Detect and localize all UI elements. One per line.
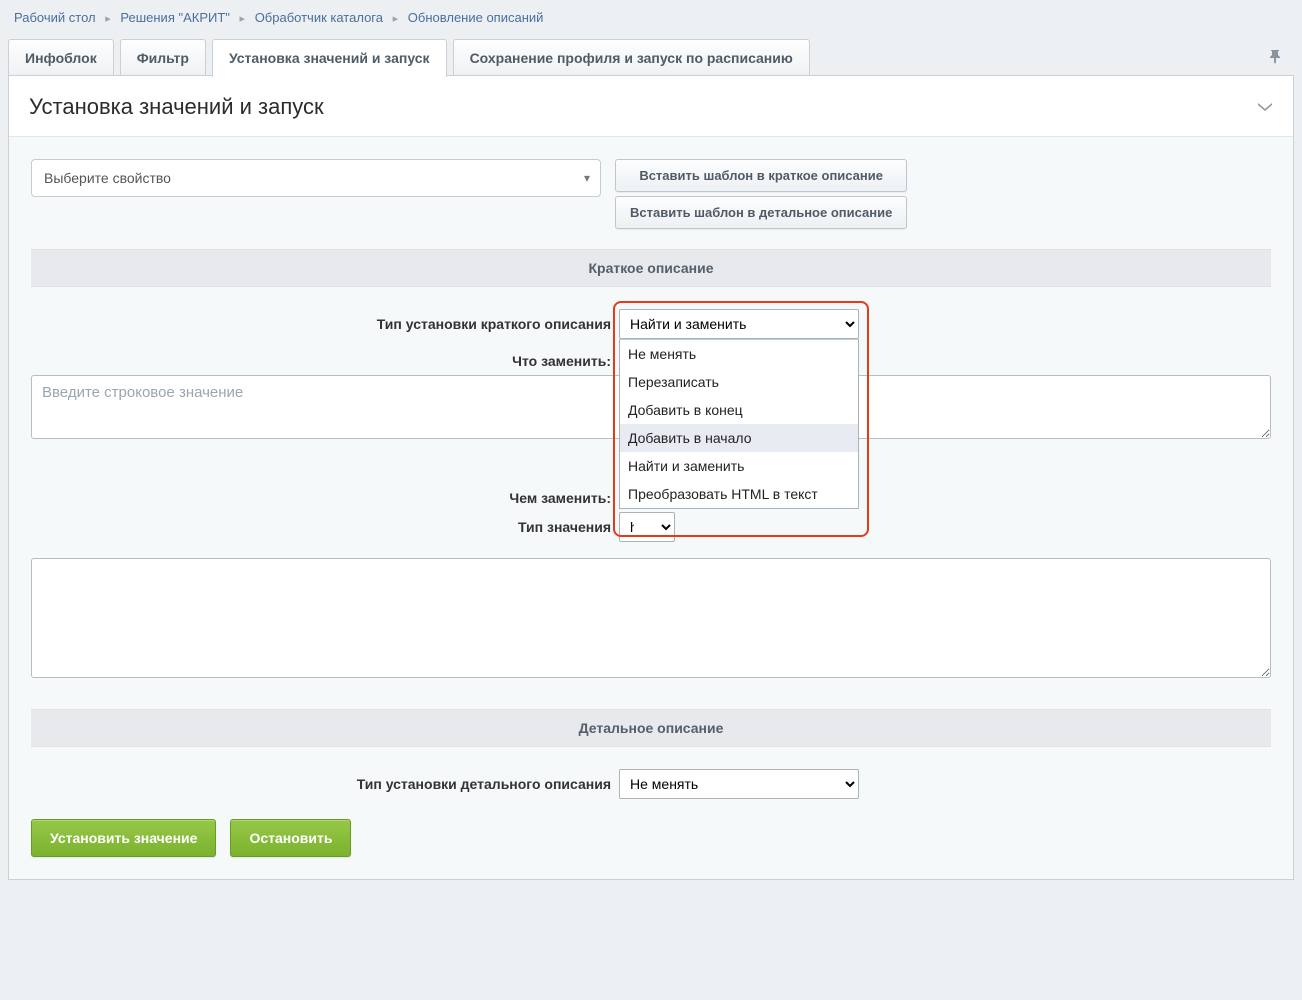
dropdown-option[interactable]: Добавить в конец [620,396,858,424]
detail-description-header: Детальное описание [31,709,1271,747]
panel-header: Установка значений и запуск [9,76,1293,137]
short-desc-type-select[interactable]: Найти и заменить [619,309,859,339]
short-description-header: Краткое описание [31,249,1271,287]
dropdown-option[interactable]: Преобразовать HTML в текст [620,480,858,508]
breadcrumb-sep: ▸ [105,13,111,25]
top-row: Выберите свойство Вставить шаблон в крат… [31,159,1271,229]
stop-button[interactable]: Остановить [230,819,351,857]
with-replace-label: Чем заменить: [31,490,611,506]
breadcrumb-item-desktop[interactable]: Рабочий стол [14,10,96,25]
breadcrumb-item-solutions[interactable]: Решения "АКРИТ" [120,10,230,25]
dropdown-option[interactable]: Найти и заменить [620,452,858,480]
short-desc-type-dropdown: Не менять Перезаписать Добавить в конец … [619,339,859,509]
template-button-stack: Вставить шаблон в краткое описание Встав… [615,159,907,229]
value-type-select[interactable]: html [619,512,675,542]
panel: Установка значений и запуск Выберите сво… [8,76,1294,880]
tab-save-profile-schedule[interactable]: Сохранение профиля и запуск по расписани… [453,39,810,76]
select-property-label: Выберите свойство [44,170,171,186]
select-property[interactable]: Выберите свойство [31,159,601,197]
breadcrumb-item-update-descriptions[interactable]: Обновление описаний [408,10,544,25]
breadcrumb-item-handler[interactable]: Обработчик каталога [255,10,383,25]
detail-desc-type-label: Тип установки детального описания [31,776,611,792]
breadcrumb-sep: ▸ [393,13,399,25]
short-desc-type-label: Тип установки краткого описания [31,316,611,332]
tab-set-values-run[interactable]: Установка значений и запуск [212,39,447,77]
insert-template-short-button[interactable]: Вставить шаблон в краткое описание [615,159,907,192]
pin-icon[interactable] [1268,48,1294,67]
value-type-label: Тип значения [31,519,611,535]
panel-body: Выберите свойство Вставить шаблон в крат… [9,137,1293,879]
dropdown-option[interactable]: Перезаписать [620,368,858,396]
what-replace-label: Что заменить: [31,353,611,369]
dropdown-option[interactable]: Не менять [620,340,858,368]
page-title: Установка значений и запуск [29,94,324,120]
tab-filter[interactable]: Фильтр [120,39,206,76]
tab-infoblock[interactable]: Инфоблок [8,39,114,76]
detail-desc-type-select[interactable]: Не менять [619,769,859,799]
set-value-button[interactable]: Установить значение [31,819,216,857]
chevron-down-icon[interactable] [1257,100,1273,115]
bottom-button-row: Установить значение Остановить [31,819,1271,857]
insert-template-detail-button[interactable]: Вставить шаблон в детальное описание [615,196,907,229]
breadcrumb-sep: ▸ [240,13,246,25]
tabs-row: Инфоблок Фильтр Установка значений и зап… [0,39,1302,76]
breadcrumb: Рабочий стол ▸ Решения "АКРИТ" ▸ Обработ… [0,0,1302,39]
dropdown-option[interactable]: Добавить в начало [620,424,858,452]
with-replace-textarea[interactable] [31,558,1271,678]
